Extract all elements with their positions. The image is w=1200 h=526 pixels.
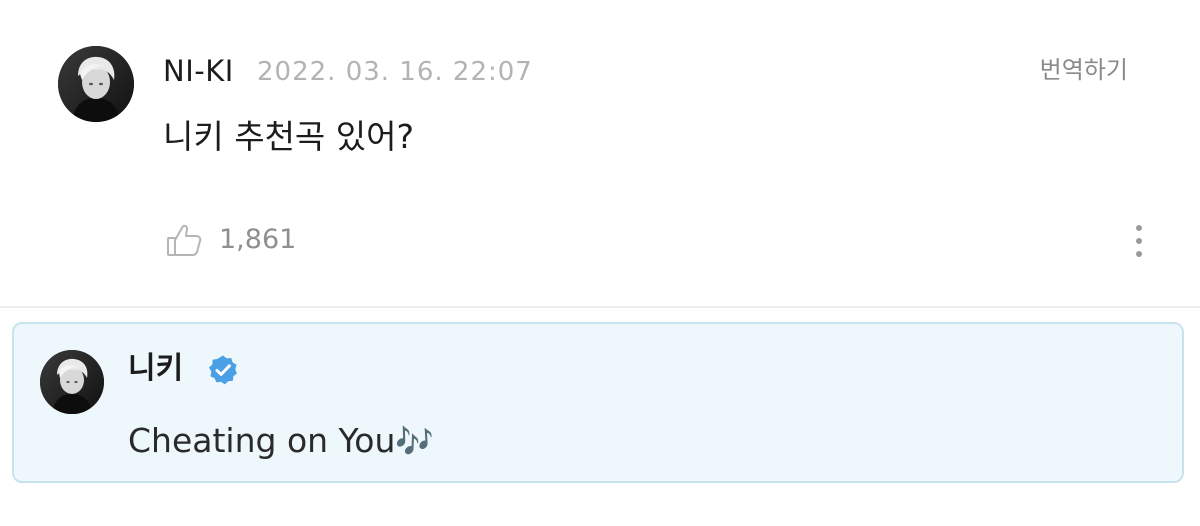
verified-badge-icon	[209, 355, 237, 385]
author-name[interactable]: NI-KI	[163, 53, 234, 89]
reply-text-content: Cheating on You	[128, 421, 396, 460]
thumbs-up-icon	[167, 224, 202, 256]
artist-reply-card: 니키 Cheating on You🎶	[12, 322, 1184, 483]
like-count: 1,861	[219, 224, 297, 255]
translate-button[interactable]: 번역하기	[1040, 54, 1128, 86]
avatar-photo	[58, 46, 134, 122]
author-avatar[interactable]	[58, 46, 134, 122]
post-text: 니키 추천곡 있어?	[163, 117, 415, 156]
musical-notes-icon: 🎶	[395, 424, 435, 460]
divider	[0, 306, 1200, 308]
post-timestamp: 2022. 03. 16. 22:07	[257, 57, 533, 87]
like-button[interactable]: 1,861	[163, 217, 296, 263]
comment-thread: NI-KI 2022. 03. 16. 22:07 번역하기 니키 추천곡 있어…	[0, 0, 1200, 526]
reply-author-name[interactable]: 니키	[128, 350, 183, 388]
reply-avatar[interactable]	[40, 350, 104, 414]
post: NI-KI 2022. 03. 16. 22:07 번역하기 니키 추천곡 있어…	[0, 0, 1200, 309]
avatar-photo	[40, 350, 104, 414]
more-vertical-icon[interactable]	[1124, 222, 1154, 262]
reply-text: Cheating on You🎶	[128, 420, 434, 463]
